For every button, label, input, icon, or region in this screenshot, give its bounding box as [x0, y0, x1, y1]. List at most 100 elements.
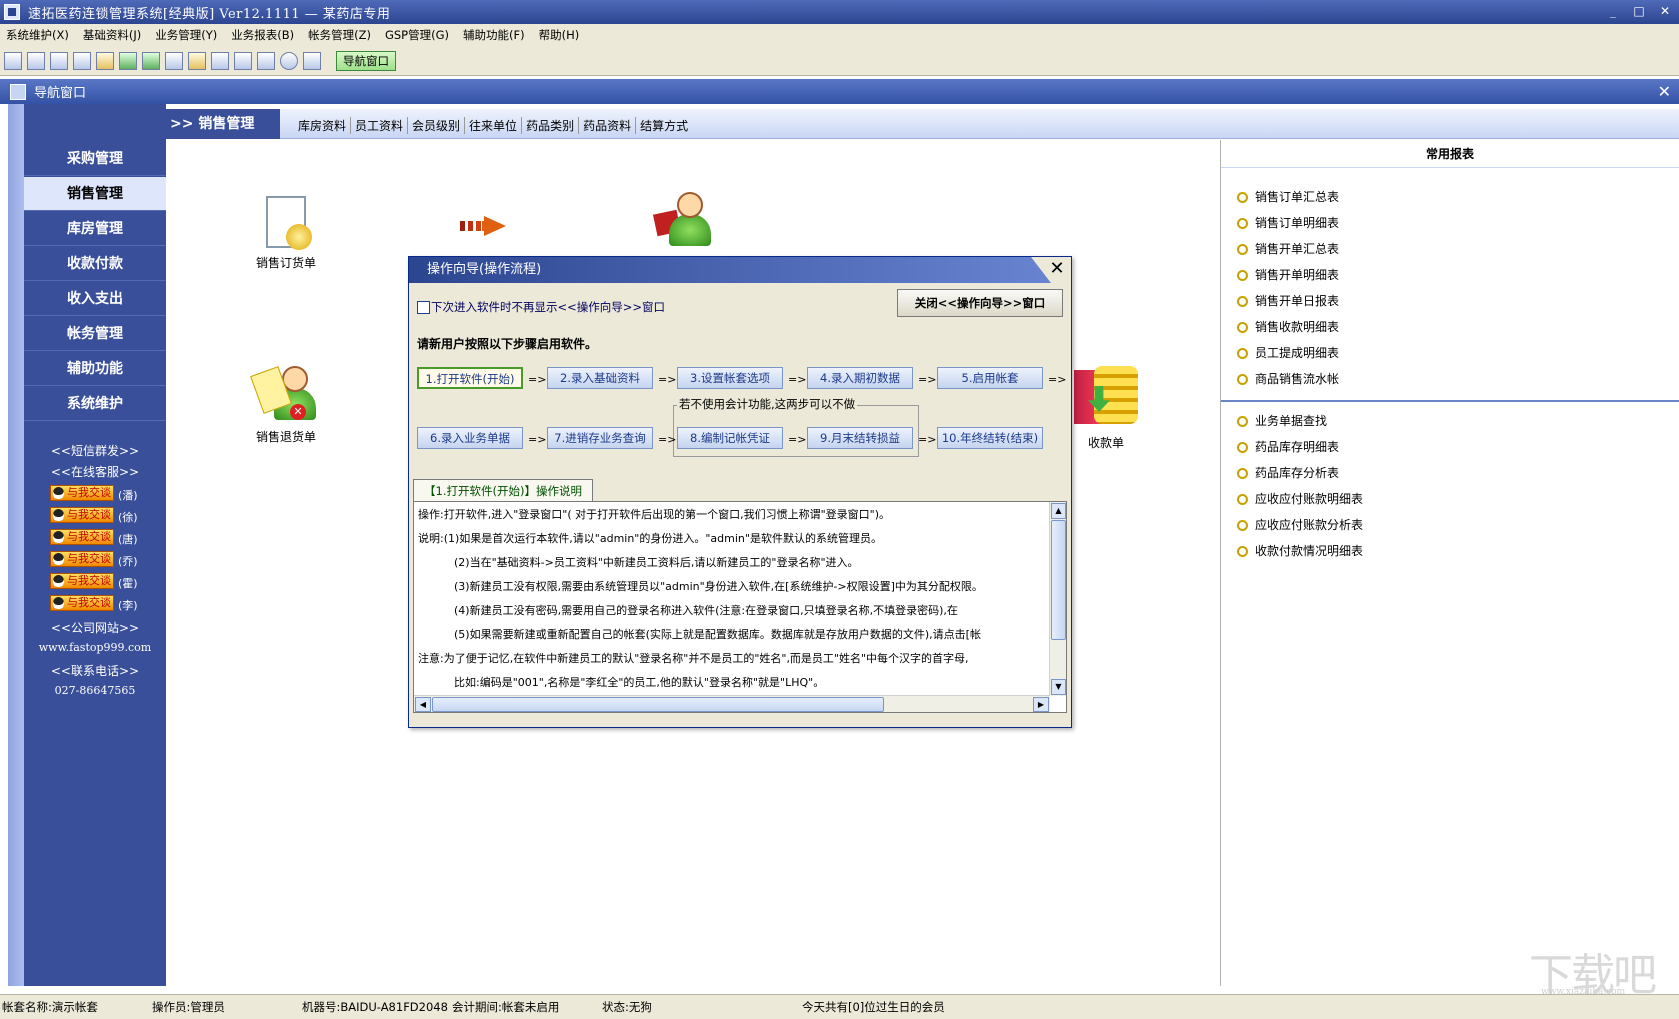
qq-chat-button[interactable]: 与我交谈 — [50, 507, 114, 523]
link-drug-category[interactable]: 药品类别 — [522, 117, 580, 134]
company-site-label[interactable]: <<公司网站>> — [24, 619, 166, 636]
help-icon[interactable] — [280, 51, 298, 70]
step-1-button[interactable]: 1.打开软件(开始) — [417, 367, 523, 389]
link-settlement[interactable]: 结算方式 — [636, 117, 692, 134]
sales-return-label: 销售退货单 — [255, 430, 316, 444]
step-5-button[interactable]: 5.启用帐套 — [937, 367, 1043, 389]
report-link[interactable]: 销售开单日报表 — [1237, 292, 1339, 309]
report-link[interactable]: 收款付款情况明细表 — [1237, 542, 1363, 559]
sales-return-item[interactable]: ✕ 销售退货单 — [236, 366, 336, 445]
maximize-button[interactable]: □ — [1629, 2, 1649, 20]
minimize-button[interactable]: _ — [1603, 2, 1623, 20]
sidebar-item-system[interactable]: 系统维护 — [24, 387, 166, 421]
scroll-right-icon[interactable]: ▶ — [1033, 697, 1049, 712]
menu-business[interactable]: 业务管理(Y) — [155, 27, 217, 43]
hscroll-thumb[interactable] — [432, 697, 884, 712]
report-link[interactable]: 业务单据查找 — [1237, 412, 1327, 429]
scroll-left-icon[interactable]: ◀ — [415, 697, 431, 712]
monitor-icon[interactable] — [211, 51, 229, 70]
report-link[interactable]: 药品库存分析表 — [1237, 464, 1339, 481]
report-link[interactable]: 销售开单汇总表 — [1237, 240, 1339, 257]
close-window-button[interactable]: ✕ — [1655, 2, 1675, 20]
report-link[interactable]: 销售订单汇总表 — [1237, 188, 1339, 205]
document-icon[interactable] — [73, 51, 91, 70]
sidebar-item-accounts[interactable]: 帐务管理 — [24, 317, 166, 351]
menu-gsp[interactable]: GSP管理(G) — [385, 27, 449, 43]
sms-link[interactable]: <<短信群发>> — [24, 442, 166, 459]
step-6-button[interactable]: 6.录入业务单据 — [417, 427, 523, 449]
menu-reports[interactable]: 业务报表(B) — [231, 27, 294, 43]
report-link[interactable]: 销售开单明细表 — [1237, 266, 1339, 283]
status-account: 帐套名称:演示帐套 — [2, 1000, 98, 1014]
window-title: 速拓医药连锁管理系统[经典版] Ver12.1111 — 某药店专用 — [28, 6, 391, 22]
copy-icon[interactable] — [165, 51, 183, 70]
step-7-button[interactable]: 7.进销存业务查询 — [547, 427, 653, 449]
qq-chat-button[interactable]: 与我交谈 — [50, 573, 114, 589]
sidebar-item-aux[interactable]: 辅助功能 — [24, 352, 166, 386]
folder-icon[interactable] — [188, 51, 206, 70]
menu-system[interactable]: 系统维护(X) — [6, 27, 69, 43]
report-link[interactable]: 应收应付账款分析表 — [1237, 516, 1363, 533]
app-icon[interactable] — [4, 4, 20, 20]
chart-icon[interactable] — [96, 51, 114, 70]
sidebar-item-warehouse[interactable]: 库房管理 — [24, 212, 166, 246]
link-warehouse-data[interactable]: 库房资料 — [294, 117, 352, 134]
report-link[interactable]: 销售订单明细表 — [1237, 214, 1339, 231]
step-4-button[interactable]: 4.录入期初数据 — [807, 367, 913, 389]
scroll-thumb[interactable] — [1051, 520, 1066, 640]
list-icon[interactable] — [27, 51, 45, 70]
report-link[interactable]: 药品库存明细表 — [1237, 438, 1339, 455]
horizontal-scrollbar[interactable]: ◀ ▶ — [414, 695, 1050, 712]
report-link[interactable]: 应收应付账款明细表 — [1237, 490, 1363, 507]
menu-accounts[interactable]: 帐务管理(Z) — [308, 27, 371, 43]
delivery-item[interactable] — [652, 192, 722, 254]
instructions-tab[interactable]: 【1.打开软件(开始)】操作说明 — [413, 479, 593, 501]
receipt-label: 收款单 — [1087, 436, 1124, 450]
close-wizard-button[interactable]: 关闭<<操作向导>>窗口 — [897, 289, 1063, 317]
sidebar-item-payments[interactable]: 收款付款 — [24, 247, 166, 281]
sales-order-item[interactable]: 销售订货单 — [236, 196, 336, 271]
nav-window-button[interactable]: 导航窗口 — [336, 50, 396, 71]
link-member-level[interactable]: 会员级别 — [408, 117, 466, 134]
step-10-button[interactable]: 10.年终结转(结束) — [937, 427, 1043, 449]
sidebar-item-income[interactable]: 收入支出 — [24, 282, 166, 316]
transfer-icon[interactable] — [119, 51, 137, 70]
scroll-up-icon[interactable]: ▲ — [1051, 503, 1066, 519]
save-icon[interactable] — [234, 51, 252, 70]
scroll-down-icon[interactable]: ▼ — [1051, 679, 1066, 695]
step-8-button[interactable]: 8.编制记帐凭证 — [677, 427, 783, 449]
menu-bar: 系统维护(X) 基础资料(J) 业务管理(Y) 业务报表(B) 帐务管理(Z) … — [0, 24, 1679, 46]
menu-aux[interactable]: 辅助功能(F) — [463, 27, 525, 43]
sidebar-item-purchase[interactable]: 采购管理 — [24, 142, 166, 176]
company-site-url[interactable]: www.fastop999.com — [24, 641, 166, 654]
qq-chat-button[interactable]: 与我交谈 — [50, 551, 114, 567]
dont-show-label[interactable]: 下次进入软件时不再显示<<操作向导>>窗口 — [431, 299, 665, 315]
report-link[interactable]: 商品销售流水帐 — [1237, 370, 1339, 387]
dialog-close-icon[interactable]: ✕ — [1047, 260, 1067, 280]
grid-icon[interactable] — [4, 51, 22, 70]
vertical-scrollbar[interactable]: ▲ ▼ — [1049, 502, 1066, 696]
instructions-text[interactable]: 操作:打开软件,进入"登录窗口"( 对于打开软件后出现的第一个窗口,我们习惯上称… — [413, 501, 1067, 713]
windows-icon[interactable] — [50, 51, 68, 70]
menu-basic-data[interactable]: 基础资料(J) — [83, 27, 141, 43]
menu-help[interactable]: 帮助(H) — [539, 27, 580, 43]
qq-chat-button[interactable]: 与我交谈 — [50, 485, 114, 501]
report-link[interactable]: 销售收款明细表 — [1237, 318, 1339, 335]
dont-show-checkbox[interactable] — [417, 301, 430, 314]
step-9-button[interactable]: 9.月末结转损益 — [807, 427, 913, 449]
link-drug-data[interactable]: 药品资料 — [579, 117, 637, 134]
link-staff-data[interactable]: 员工资料 — [351, 117, 409, 134]
report-link[interactable]: 员工提成明细表 — [1237, 344, 1339, 361]
users-icon[interactable] — [142, 51, 160, 70]
online-service-link[interactable]: <<在线客服>> — [24, 463, 166, 480]
receipt-item[interactable]: 收款单 — [1066, 366, 1146, 451]
print-icon[interactable] — [257, 51, 275, 70]
sidebar-item-sales[interactable]: 销售管理 — [24, 177, 166, 211]
link-partners[interactable]: 往来单位 — [465, 117, 523, 134]
qq-chat-button[interactable]: 与我交谈 — [50, 529, 114, 545]
exit-icon[interactable] — [303, 51, 321, 70]
step-3-button[interactable]: 3.设置帐套选项 — [677, 367, 783, 389]
step-2-button[interactable]: 2.录入基础资料 — [547, 367, 653, 389]
nav-close-icon[interactable]: ✕ — [1658, 82, 1671, 101]
qq-chat-button[interactable]: 与我交谈 — [50, 595, 114, 611]
